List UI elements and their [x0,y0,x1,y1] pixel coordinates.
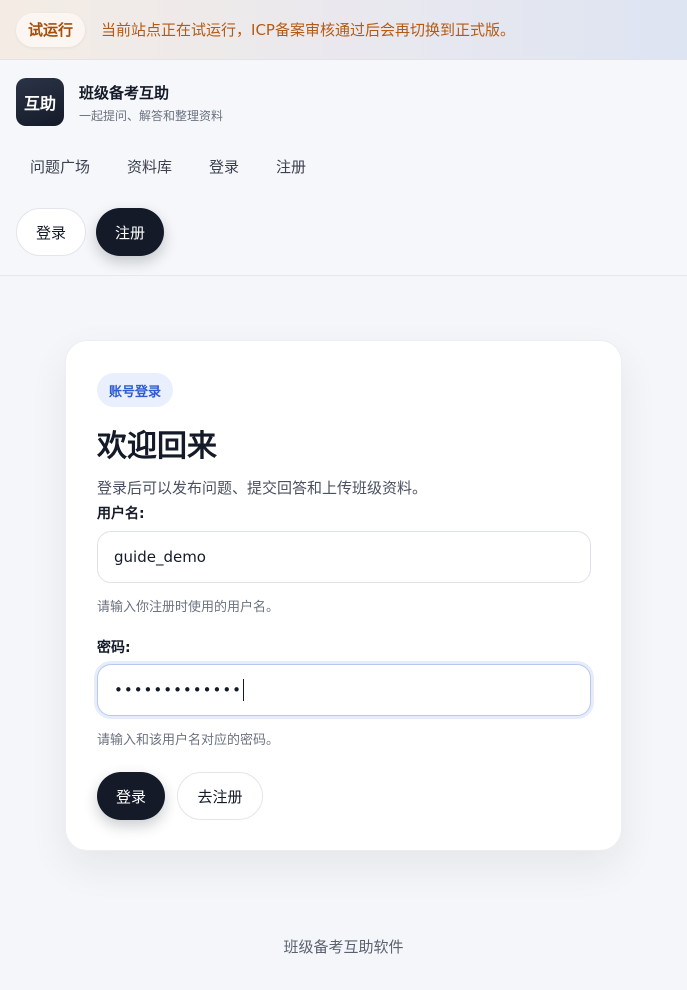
header-login-button[interactable]: 登录 [16,208,86,256]
header-actions: 登录 注册 [16,208,164,256]
footer-text: 班级备考互助软件 [283,938,404,956]
login-badge: 账号登录 [97,373,174,407]
site-tagline: 一起提问、解答和整理资料 [79,109,224,123]
login-actions: 登录 去注册 [97,772,263,820]
header-register-button[interactable]: 注册 [96,208,164,256]
password-label: 密码: [97,640,131,656]
text-caret [243,679,245,701]
username-input[interactable]: guide_demo [97,531,591,583]
nav-item-questions[interactable]: 问题广场 [12,150,109,183]
site-header: 互助 班级备考互助 一起提问、解答和整理资料 问题广场 资料库 登录 注册 登录… [0,60,687,276]
username-label: 用户名: [97,506,145,522]
site-name[interactable]: 班级备考互助 [79,82,169,103]
username-value: guide_demo [114,548,206,566]
nav-item-login[interactable]: 登录 [191,150,258,183]
trial-banner: 试运行 当前站点正在试运行，ICP备案审核通过后会再切换到正式版。 [0,0,687,60]
login-card: 账号登录 欢迎回来 登录后可以发布问题、提交回答和上传班级资料。 用户名: gu… [65,340,622,851]
nav-item-library[interactable]: 资料库 [109,150,191,183]
login-submit-button[interactable]: 登录 [97,772,165,820]
go-register-button[interactable]: 去注册 [177,772,263,820]
nav-item-register[interactable]: 注册 [258,150,325,183]
password-value: ••••••••••••• [114,681,243,699]
login-description: 登录后可以发布问题、提交回答和上传班级资料。 [97,479,428,497]
password-input[interactable]: ••••••••••••• [97,664,591,716]
password-hint: 请输入和该用户名对应的密码。 [97,733,280,748]
main-nav: 问题广场 资料库 登录 注册 [12,150,325,183]
username-hint: 请输入你注册时使用的用户名。 [97,600,280,615]
login-title: 欢迎回来 [97,429,217,464]
trial-notice-text: 当前站点正在试运行，ICP备案审核通过后会再切换到正式版。 [101,21,515,39]
site-logo[interactable]: 互助 [16,78,64,126]
trial-badge: 试运行 [16,12,86,47]
